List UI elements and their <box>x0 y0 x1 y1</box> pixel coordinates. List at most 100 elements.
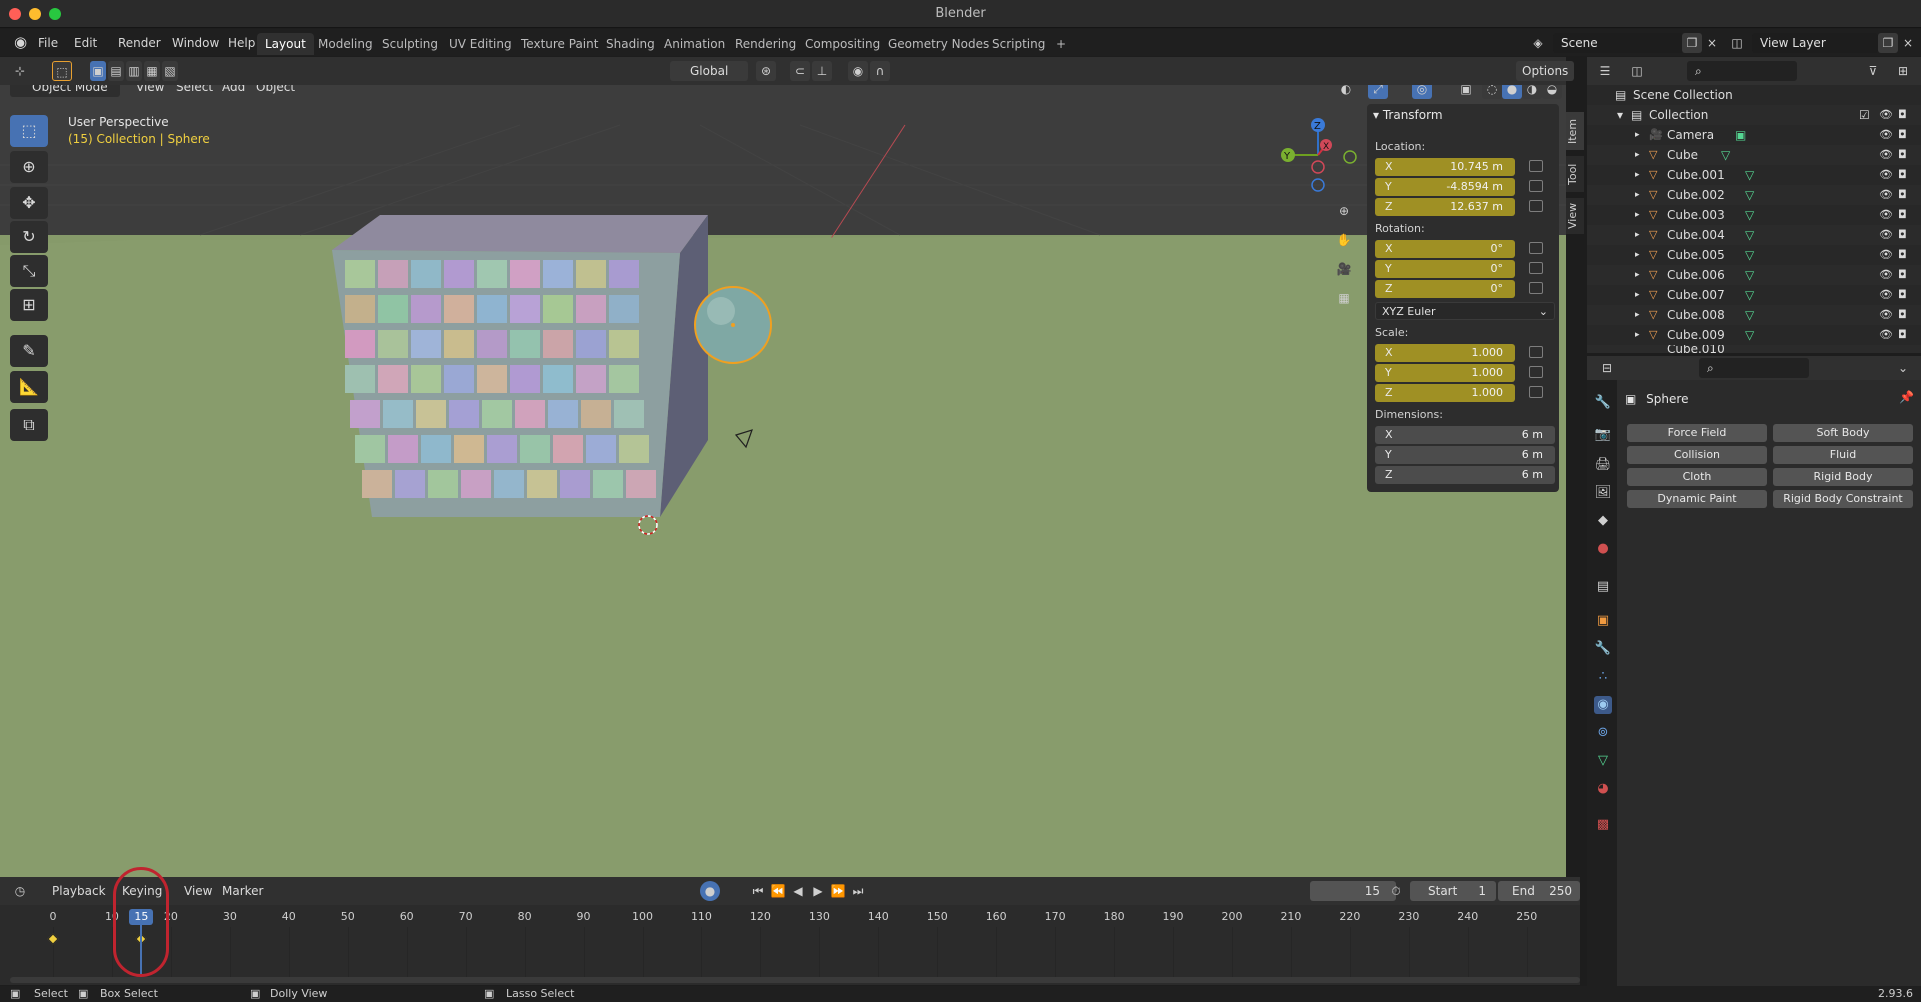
location-y-field[interactable]: Y -4.8594 m <box>1375 178 1515 196</box>
camera-render-icon[interactable]: ◘ <box>1898 205 1907 225</box>
eye-icon[interactable]: 👁 <box>1879 265 1893 285</box>
select-extend-icon[interactable]: ▤ <box>108 61 124 81</box>
menu-object[interactable]: Object <box>250 85 301 97</box>
select-tool-icon[interactable]: ⬚ <box>52 61 72 81</box>
outliner-row-cube-004[interactable]: ▸ ▽ Cube.004 ▽ 👁 ◘ <box>1587 225 1921 245</box>
scale-z-field[interactable]: Z 1.000 <box>1375 384 1515 402</box>
outliner-row-cube-002[interactable]: ▸ ▽ Cube.002 ▽ 👁 ◘ <box>1587 185 1921 205</box>
chevron-right-icon[interactable]: ▸ <box>1635 145 1640 165</box>
object-tab-icon[interactable]: ▣ <box>1594 612 1612 630</box>
rotation-z-field[interactable]: Z 0° <box>1375 280 1515 298</box>
scale-x-field[interactable]: X 1.000 <box>1375 344 1515 362</box>
tab-animation[interactable]: Animation <box>656 33 733 55</box>
proportional-edit-icon[interactable]: ◉ <box>848 61 868 81</box>
tab-rendering[interactable]: Rendering <box>727 33 804 55</box>
material-shading-icon[interactable]: ◑ <box>1522 85 1542 99</box>
stopwatch-icon[interactable]: ⏱ <box>1386 881 1406 901</box>
new-view-layer-icon[interactable]: ❐ <box>1878 33 1898 53</box>
outliner-row-cube-001[interactable]: ▸ ▽ Cube.001 ▽ 👁 ◘ <box>1587 165 1921 185</box>
menu-timeline-view[interactable]: View <box>178 881 218 901</box>
collision-button[interactable]: Collision <box>1627 446 1767 464</box>
select-intersect-icon[interactable]: ▧ <box>162 61 178 81</box>
scale-tool[interactable]: ⤡ <box>10 255 48 287</box>
start-frame-field[interactable]: Start 1 <box>1410 881 1496 901</box>
tab-sculpting[interactable]: Sculpting <box>374 33 446 55</box>
material-tab-icon[interactable]: ◕ <box>1594 780 1612 798</box>
cursor-tool[interactable]: ⊕ <box>10 151 48 183</box>
tab-tool[interactable]: Tool <box>1566 156 1584 192</box>
menu-edit[interactable]: Edit <box>68 33 103 53</box>
visibility-icon[interactable]: ◐ <box>1336 85 1356 99</box>
delete-scene-icon[interactable]: × <box>1702 33 1722 53</box>
eye-icon[interactable]: 👁 <box>1879 225 1893 245</box>
new-scene-icon[interactable]: ❐ <box>1682 33 1702 53</box>
chevron-right-icon[interactable]: ▸ <box>1635 285 1640 305</box>
eye-icon[interactable]: 👁 <box>1879 325 1893 345</box>
camera-render-icon[interactable]: ◘ <box>1898 265 1907 285</box>
add-cube-tool[interactable]: ⧉ <box>10 409 48 441</box>
tab-view[interactable]: View <box>1566 198 1584 234</box>
select-new-icon[interactable]: ▣ <box>90 61 106 81</box>
camera-render-icon[interactable]: ◘ <box>1898 165 1907 185</box>
rendered-shading-icon[interactable]: ◒ <box>1542 85 1562 99</box>
camera-render-icon[interactable]: ◘ <box>1898 185 1907 205</box>
menu-playback[interactable]: Playback <box>46 881 112 901</box>
properties-editor-icon[interactable]: ⊟ <box>1597 358 1617 378</box>
rotation-x-field[interactable]: X 0° <box>1375 240 1515 258</box>
transform-tool[interactable]: ⊞ <box>10 289 48 321</box>
chevron-right-icon[interactable]: ▸ <box>1635 305 1640 325</box>
tab-compositing[interactable]: Compositing <box>797 33 888 55</box>
scene-icon[interactable]: ◈ <box>1528 33 1548 53</box>
current-frame-field[interactable]: 15 <box>1310 881 1396 901</box>
view-layer-icon[interactable]: ◫ <box>1727 33 1747 53</box>
measure-tool[interactable]: 📐 <box>10 371 48 403</box>
soft-body-button[interactable]: Soft Body <box>1773 424 1913 442</box>
menu-view[interactable]: View <box>130 85 170 97</box>
world-tab-icon[interactable]: ● <box>1594 540 1612 558</box>
lock-icon[interactable] <box>1529 180 1543 192</box>
chevron-right-icon[interactable]: ▸ <box>1635 245 1640 265</box>
lock-icon[interactable] <box>1529 282 1543 294</box>
camera-render-icon[interactable]: ◘ <box>1898 105 1907 125</box>
chevron-right-icon[interactable]: ▸ <box>1635 205 1640 225</box>
outliner-row-collection[interactable]: ▾ ▤ Collection ☑ 👁 ◘ <box>1587 105 1921 125</box>
select-subtract-icon[interactable]: ▥ <box>126 61 142 81</box>
select-invert-icon[interactable]: ▦ <box>144 61 160 81</box>
eye-icon[interactable]: 👁 <box>1879 125 1893 145</box>
pin-icon[interactable]: 📌 <box>1899 390 1914 404</box>
play-icon[interactable]: ▶ <box>808 881 828 901</box>
delete-view-layer-icon[interactable]: × <box>1898 33 1918 53</box>
xray-icon[interactable]: ▣ <box>1456 85 1476 99</box>
outliner-row-scene-collection[interactable]: ▤ Scene Collection <box>1587 85 1921 105</box>
eye-icon[interactable]: 👁 <box>1879 145 1893 165</box>
eye-icon[interactable]: 👁 <box>1879 185 1893 205</box>
chevron-down-icon[interactable]: ▾ <box>1617 105 1623 125</box>
tab-geometry-nodes[interactable]: Geometry Nodes <box>880 33 997 55</box>
jump-end-icon[interactable]: ⏭ <box>848 881 868 901</box>
render-tab-icon[interactable]: 📷 <box>1594 426 1612 444</box>
timeline[interactable]: 0 10 20 30 40 50 60 70 80 90 100 110 120 130 140 150 160… <box>0 867 1580 985</box>
outliner-row-cube-010[interactable]: Cube.010 <box>1587 345 1921 353</box>
properties-search-input[interactable]: ⌕ <box>1699 358 1809 378</box>
outliner-row-cube-005[interactable]: ▸ ▽ Cube.005 ▽ 👁 ◘ <box>1587 245 1921 265</box>
output-tab-icon[interactable]: 🖨 <box>1594 456 1612 474</box>
keyframe-diamond[interactable] <box>47 933 59 945</box>
options-dropdown[interactable]: Options <box>1516 61 1575 81</box>
tool-tab-icon[interactable]: 🔧 <box>1594 394 1612 412</box>
camera-render-icon[interactable]: ◘ <box>1898 305 1907 325</box>
snap-target-icon[interactable]: ⊥ <box>812 61 832 81</box>
chevron-right-icon[interactable]: ▸ <box>1635 185 1640 205</box>
scene-field[interactable]: Scene <box>1553 33 1683 53</box>
location-z-field[interactable]: Z 12.637 m <box>1375 198 1515 216</box>
solid-shading-icon[interactable]: ● <box>1502 85 1522 99</box>
dimensions-x-field[interactable]: X 6 m <box>1375 426 1555 444</box>
lock-icon[interactable] <box>1529 262 1543 274</box>
play-reverse-icon[interactable]: ◀ <box>788 881 808 901</box>
outliner-row-camera[interactable]: ▸ 🎥 Camera ▣ 👁 ◘ <box>1587 125 1921 145</box>
dimensions-y-field[interactable]: Y 6 m <box>1375 446 1555 464</box>
lock-icon[interactable] <box>1529 242 1543 254</box>
particles-tab-icon[interactable]: ∴ <box>1594 668 1612 686</box>
editor-type-icon[interactable]: ⊹ <box>10 61 30 81</box>
menu-file[interactable]: File <box>32 33 64 53</box>
eye-icon[interactable]: 👁 <box>1879 245 1893 265</box>
